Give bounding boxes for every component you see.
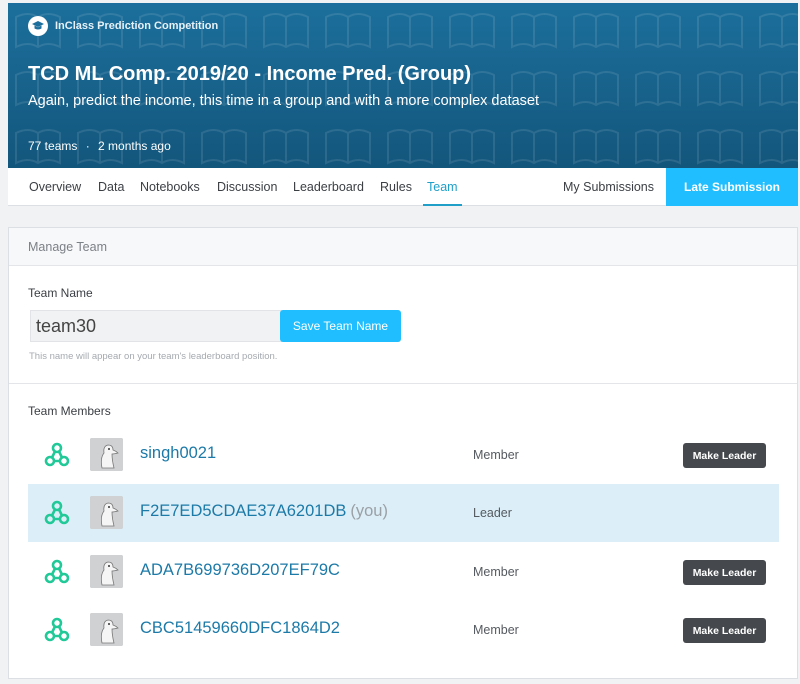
make-leader-button[interactable]: Make Leader: [683, 560, 766, 585]
member-name[interactable]: ADA7B699736D207EF79C: [140, 561, 340, 579]
competition-type-label: InClass Prediction Competition: [55, 20, 219, 32]
member-name-link[interactable]: ADA7B699736D207EF79C: [140, 561, 340, 580]
member-row-current-user: F2E7ED5CDAE37A6201DB (you) Leader: [28, 484, 779, 542]
avatar[interactable]: [90, 496, 123, 529]
team-member-icon: [44, 442, 70, 467]
member-name[interactable]: CBC51459660DFC1864D2: [140, 619, 340, 637]
member-name[interactable]: singh0021: [140, 444, 216, 462]
member-row: singh0021 Member Make Leader: [28, 426, 779, 484]
team-member-icon: [44, 559, 70, 584]
team-name-hint: This name will appear on your team's lea…: [29, 351, 278, 362]
tab-overview[interactable]: Overview: [29, 168, 81, 206]
member-name-link[interactable]: F2E7ED5CDAE37A6201DB (you): [140, 502, 388, 521]
panel-title: Manage Team: [9, 228, 797, 266]
member-row: ADA7B699736D207EF79C Member Make Leader: [28, 543, 779, 601]
member-role: Member: [473, 623, 519, 637]
duck-avatar-icon: [90, 496, 123, 529]
member-role: Leader: [473, 506, 512, 520]
member-role: Member: [473, 448, 519, 462]
competition-meta: 77 teams · 2 months ago: [28, 139, 171, 153]
competition-type-badge: InClass Prediction Competition: [28, 16, 218, 36]
duck-avatar-icon: [90, 438, 123, 471]
tab-notebooks[interactable]: Notebooks: [140, 168, 200, 206]
tab-data[interactable]: Data: [98, 168, 124, 206]
team-name-label: Team Name: [28, 286, 93, 300]
competition-tab-bar: Overview Data Notebooks Discussion Leade…: [8, 168, 798, 206]
manage-team-panel: Manage Team Team Name Save Team Name Thi…: [8, 227, 798, 679]
member-row: CBC51459660DFC1864D2 Member Make Leader: [28, 601, 779, 659]
tab-discussion[interactable]: Discussion: [217, 168, 277, 206]
tab-rules[interactable]: Rules: [380, 168, 412, 206]
tab-my-submissions[interactable]: My Submissions: [563, 168, 654, 206]
section-divider: [9, 383, 797, 384]
team-count: 77 teams: [28, 139, 78, 153]
competition-age: 2 months ago: [98, 139, 171, 153]
team-members-label: Team Members: [28, 404, 111, 418]
member-name-link[interactable]: CBC51459660DFC1864D2: [140, 619, 340, 638]
graduation-cap-icon: [28, 16, 48, 36]
duck-avatar-icon: [90, 613, 123, 646]
avatar[interactable]: [90, 555, 123, 588]
make-leader-button[interactable]: Make Leader: [683, 618, 766, 643]
team-member-icon: [44, 500, 70, 525]
meta-separator: ·: [85, 139, 90, 153]
tab-team[interactable]: Team: [423, 168, 462, 206]
late-submission-button[interactable]: Late Submission: [666, 168, 798, 206]
team-name-input[interactable]: [30, 310, 282, 342]
save-team-name-button[interactable]: Save Team Name: [280, 310, 401, 342]
team-member-icon: [44, 617, 70, 642]
competition-subtitle: Again, predict the income, this time in …: [28, 93, 539, 109]
tab-leaderboard[interactable]: Leaderboard: [293, 168, 364, 206]
member-name-link[interactable]: singh0021: [140, 444, 216, 463]
member-name[interactable]: F2E7ED5CDAE37A6201DB: [140, 502, 346, 520]
competition-title: TCD ML Comp. 2019/20 - Income Pred. (Gro…: [28, 63, 472, 85]
make-leader-button[interactable]: Make Leader: [683, 443, 766, 468]
member-role: Member: [473, 565, 519, 579]
you-tag: (you): [350, 502, 388, 520]
avatar[interactable]: [90, 438, 123, 471]
competition-header: InClass Prediction Competition TCD ML Co…: [8, 3, 798, 168]
avatar[interactable]: [90, 613, 123, 646]
duck-avatar-icon: [90, 555, 123, 588]
